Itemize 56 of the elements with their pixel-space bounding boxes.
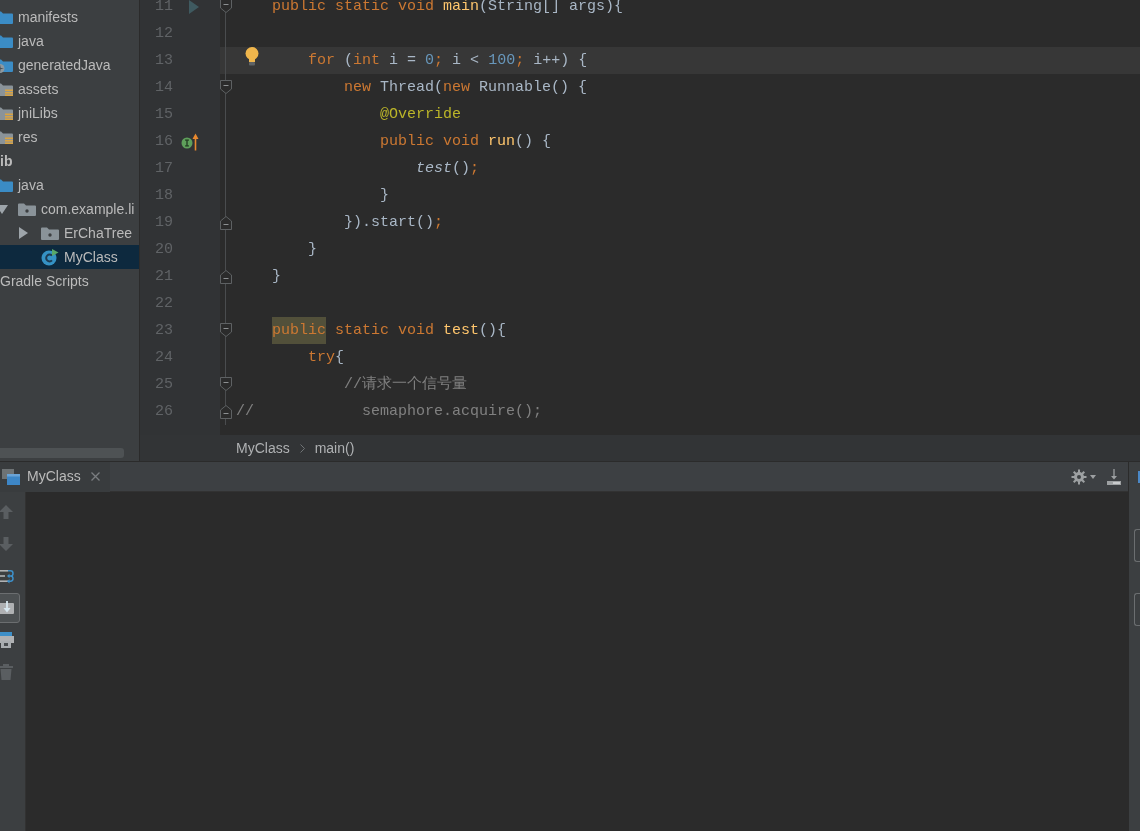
badge-up-arrow-icon[interactable] (181, 132, 201, 151)
code-line: public static void test(){ (272, 317, 507, 344)
download-icon[interactable] (1107, 468, 1121, 485)
code-line: } (308, 240, 318, 260)
caret-right-icon[interactable] (19, 227, 28, 239)
breadcrumb-item[interactable]: main() (314, 437, 355, 459)
close-icon[interactable] (90, 472, 100, 481)
class-icon (41, 248, 59, 266)
folder-icon (0, 9, 13, 25)
folder-icon (0, 177, 13, 193)
breadcrumb-item[interactable]: MyClass (236, 437, 290, 459)
folder-gear-icon (0, 57, 13, 73)
code-line: }).start(); (344, 213, 444, 233)
code-line: try{ (308, 348, 345, 368)
toolbar-button[interactable] (0, 593, 20, 623)
tree-item[interactable]: ErChaTree (0, 221, 139, 245)
code-line: //请求一个信号量 (344, 374, 468, 395)
tree-item[interactable]: java (0, 29, 139, 53)
code-line: } (272, 267, 282, 287)
folder-lines-icon (0, 105, 13, 121)
tree-item[interactable]: assets (0, 77, 139, 101)
chevron-right-icon (299, 443, 305, 453)
code-line: @Override (380, 105, 462, 125)
code-line: test(); (416, 159, 480, 179)
side-toolbar-button[interactable] (1134, 593, 1140, 626)
fold-collapse-icon[interactable] (220, 216, 232, 230)
caret-down-icon[interactable] (0, 204, 8, 214)
fold-collapse-icon[interactable] (220, 405, 232, 419)
tree-item[interactable]: jniLibs (0, 101, 139, 125)
tree-item[interactable]: res (0, 125, 139, 149)
tree-item[interactable]: MyClass (0, 245, 139, 269)
lightbulb-icon[interactable] (245, 47, 259, 66)
side-toolbar-button[interactable] (1134, 529, 1140, 562)
code-line: public void run() { (380, 132, 552, 152)
fold-collapse-icon[interactable] (220, 0, 232, 13)
folder-icon (0, 33, 13, 49)
tree-item[interactable]: Gradle Scripts (0, 269, 139, 293)
tree-item[interactable]: ib (0, 149, 139, 173)
fold-collapse-icon[interactable] (220, 270, 232, 284)
tree-item[interactable]: java (0, 173, 139, 197)
folder-lines-icon (0, 81, 13, 97)
dropdown-caret-icon[interactable] (1090, 474, 1096, 479)
tree-item[interactable]: generatedJava (0, 53, 139, 77)
fold-collapse-icon[interactable] (220, 80, 232, 94)
tool-window-tab[interactable]: MyClass (0, 461, 110, 492)
settings-icon[interactable] (1071, 468, 1087, 485)
tree-item[interactable]: manifests (0, 5, 139, 29)
folder-lines-icon (0, 129, 13, 145)
code-line: // semaphore.acquire(); (236, 402, 543, 422)
fold-collapse-icon[interactable] (220, 323, 232, 337)
code-line: new Thread(new Runnable() { (344, 78, 588, 98)
code-line: } (380, 186, 390, 206)
console-window-icon (2, 468, 20, 485)
tree-item[interactable]: com.example.li (0, 197, 139, 221)
fold-collapse-icon[interactable] (220, 377, 232, 391)
code-line: for (int i = 0; i < 100; i++) { (308, 51, 588, 71)
